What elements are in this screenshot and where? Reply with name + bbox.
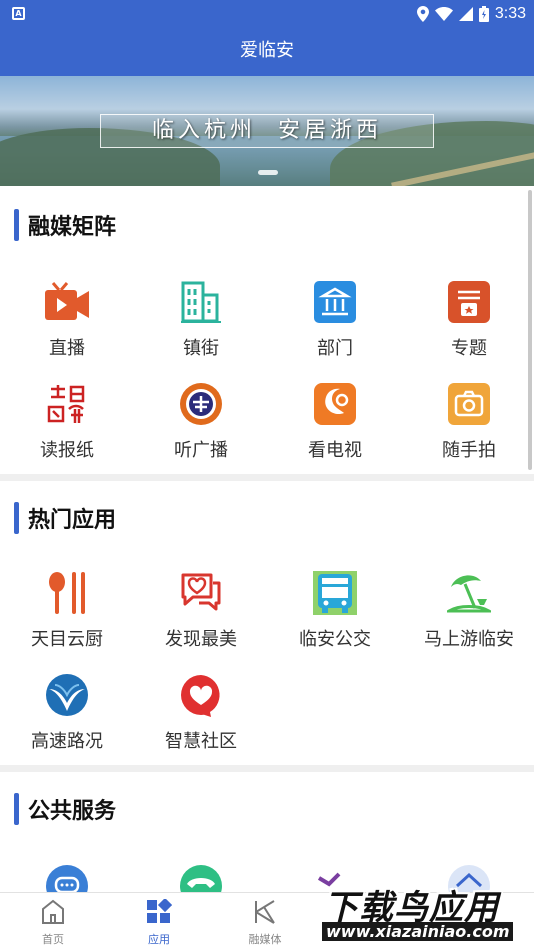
newspaper-logo-icon	[45, 382, 89, 426]
clock: 3:33	[494, 5, 526, 22]
banner-carousel[interactable]: 临入杭州 安居浙西	[0, 76, 534, 186]
section-header: 融媒矩阵	[14, 208, 116, 242]
grid-item-label: 马上游临安	[424, 629, 514, 650]
notification-icon: A	[12, 7, 25, 20]
radio-logo-icon	[179, 382, 223, 426]
grid-item-label: 发现最美	[165, 629, 237, 650]
grid-item-towns[interactable]: 镇街	[134, 280, 268, 370]
beach-umbrella-icon	[447, 571, 491, 615]
banner-slogan: 临入杭州 安居浙西	[152, 118, 382, 143]
nav-tab-label: 首页	[42, 933, 64, 946]
section-divider	[0, 474, 534, 481]
grid-item-label: 直播	[49, 338, 85, 359]
camera-icon	[447, 382, 491, 426]
section-accent-bar	[14, 793, 19, 825]
spoon-chopsticks-icon	[45, 571, 89, 615]
carousel-indicator[interactable]	[258, 170, 278, 175]
grid-item-label: 专题	[451, 338, 487, 359]
watermark-url: www.xiazainiao.com	[322, 922, 514, 941]
status-icons: 3:33	[416, 4, 526, 24]
grid-item-radio[interactable]: 听广播	[134, 382, 268, 472]
section-accent-bar	[14, 502, 19, 534]
tv-logo-icon	[313, 382, 357, 426]
grid-item-label: 随手拍	[442, 440, 496, 461]
grid-item-tianmu-kitchen[interactable]: 天目云厨	[0, 571, 134, 661]
apps-grid-icon	[147, 897, 173, 923]
grid-item-label: 读报纸	[40, 440, 94, 461]
grid-item-highway-traffic[interactable]: 高速路况	[0, 673, 134, 763]
status-bar: A 3:33	[0, 0, 534, 28]
location-icon	[416, 6, 429, 22]
grid-item-travel-linan[interactable]: 马上游临安	[402, 571, 534, 661]
grid-item-newspaper[interactable]: 读报纸	[0, 382, 134, 472]
section-header: 公共服务	[14, 792, 116, 826]
section-title: 热门应用	[28, 508, 117, 533]
section-header: 热门应用	[14, 501, 116, 535]
section-title: 融媒矩阵	[28, 215, 117, 240]
app-title-bar: 爱临安	[0, 28, 534, 76]
watermark: 下载鸟应用 www.xiazainiao.com	[318, 876, 534, 950]
nav-tab-apps[interactable]: 应用	[106, 897, 212, 947]
topic-icon	[447, 280, 491, 324]
section-accent-bar	[14, 209, 19, 241]
grid-item-tv[interactable]: 看电视	[268, 382, 402, 472]
nav-tab-label: 应用	[148, 933, 170, 946]
grid-item-label: 高速路况	[31, 731, 103, 752]
nav-tab-label: 融媒体	[248, 933, 282, 946]
grid-item-label: 临安公交	[299, 629, 371, 650]
grid-item-public-service-1[interactable]	[0, 864, 134, 892]
grid-item-label: 听广播	[174, 440, 228, 461]
buildings-icon	[179, 280, 223, 324]
bus-icon	[313, 571, 357, 615]
section-hot-apps: 热门应用 天目云厨 发现最美 临安公交 马上游临安 高速路况 智慧社区	[0, 481, 534, 765]
nav-tab-home[interactable]: 首页	[0, 899, 106, 947]
signal-icon	[458, 7, 473, 21]
home-icon	[42, 899, 64, 924]
chat-bubble-icon	[45, 864, 89, 892]
grid-item-discover-beauty[interactable]: 发现最美	[134, 571, 268, 661]
grid-item-live[interactable]: 直播	[0, 280, 134, 370]
battery-icon	[478, 6, 489, 22]
grid-item-label: 看电视	[308, 440, 362, 461]
grid-item-snapshot[interactable]: 随手拍	[402, 382, 534, 472]
highway-icon	[45, 673, 89, 717]
section-divider	[0, 765, 534, 772]
government-building-icon	[313, 280, 357, 324]
grid-item-smart-community[interactable]: 智慧社区	[134, 673, 268, 763]
heart-chat-icon	[179, 571, 223, 615]
grid-item-label: 智慧社区	[165, 731, 237, 752]
media-icon	[255, 900, 275, 924]
page-title: 爱临安	[240, 40, 294, 61]
section-title: 公共服务	[28, 799, 117, 824]
live-camera-icon	[45, 280, 89, 324]
grid-item-public-service-2[interactable]	[134, 864, 268, 892]
nav-tab-media[interactable]: 融媒体	[212, 899, 318, 947]
phone-icon	[179, 864, 223, 892]
grid-item-label: 镇街	[183, 338, 219, 359]
wifi-icon	[434, 7, 453, 21]
grid-item-label: 部门	[317, 338, 353, 359]
section-media-matrix: 融媒矩阵 直播 镇街 部门 专题 读报纸 听广播 看电视 随手拍	[0, 186, 534, 474]
section-public-services: 公共服务	[0, 772, 534, 892]
heart-bubble-icon	[179, 673, 223, 717]
grid-item-topics[interactable]: 专题	[402, 280, 534, 370]
grid-item-departments[interactable]: 部门	[268, 280, 402, 370]
grid-item-label: 天目云厨	[31, 629, 103, 650]
scrollbar-thumb[interactable]	[528, 190, 532, 470]
grid-item-linan-bus[interactable]: 临安公交	[268, 571, 402, 661]
